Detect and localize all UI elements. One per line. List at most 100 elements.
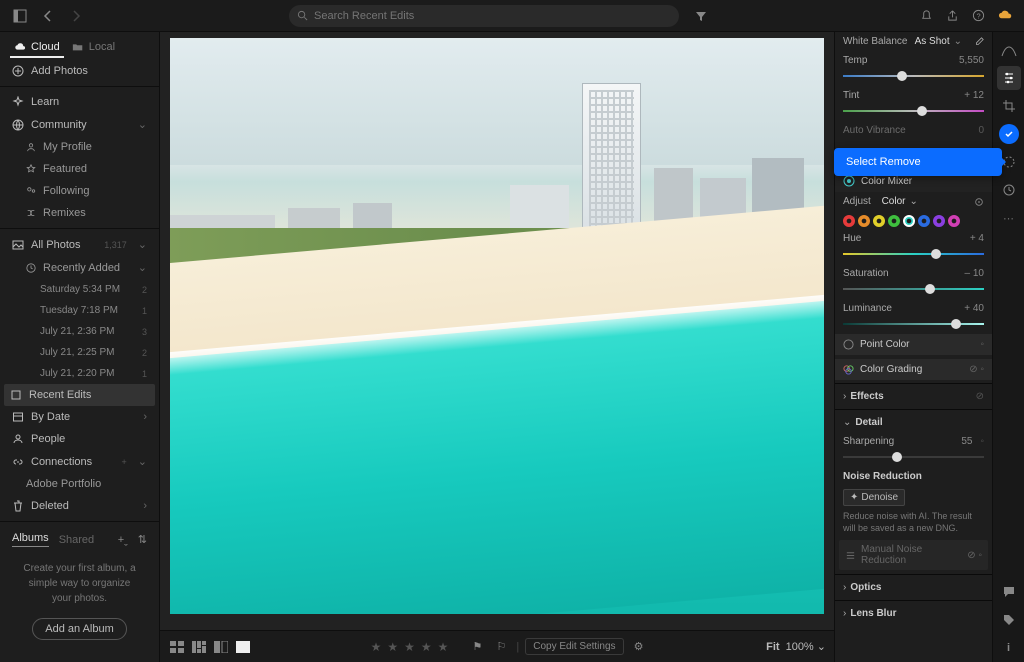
nav-recent-edits[interactable]: Recent Edits [4, 384, 155, 406]
nav-portfolio[interactable]: Adobe Portfolio [0, 473, 159, 495]
nav-deleted[interactable]: Deleted› [0, 495, 159, 517]
manual-noise-reduction[interactable]: Manual Noise Reduction⊘ ◦ [839, 540, 988, 570]
hue-slider[interactable] [843, 249, 984, 259]
comments-icon[interactable] [997, 580, 1021, 604]
cloud-sync-icon[interactable] [992, 4, 1016, 28]
crop-tool[interactable] [997, 94, 1021, 118]
nav-following[interactable]: Following [0, 180, 159, 202]
remix-icon [26, 208, 36, 218]
saturation-slider[interactable] [843, 284, 984, 294]
svg-text:?: ? [976, 11, 980, 20]
nav-remixes[interactable]: Remixes [0, 202, 159, 224]
trash-icon [12, 500, 24, 512]
color-swatch[interactable] [843, 215, 855, 227]
albums-help-text: Create your first album, a simple way to… [0, 553, 159, 614]
sort-icon[interactable]: ⇅ [138, 533, 147, 546]
view-compare-icon[interactable] [212, 639, 230, 655]
help-icon[interactable]: ? [966, 4, 990, 28]
copy-settings-button[interactable]: Copy Edit Settings [525, 638, 623, 655]
rating-star[interactable]: ★ [421, 640, 432, 654]
nav-recently-added[interactable]: Recently Added⌄ [0, 256, 159, 279]
zoom-fit[interactable]: Fit [766, 641, 779, 653]
home-icon[interactable] [8, 4, 32, 28]
luminance-slider[interactable] [843, 319, 984, 329]
flag-pick-icon[interactable]: ⚑ [468, 639, 486, 655]
target-icon[interactable] [974, 197, 984, 207]
rating-star[interactable]: ★ [371, 640, 382, 654]
photos-icon [12, 239, 24, 251]
heal-tool[interactable] [997, 122, 1021, 146]
tag-icon[interactable] [997, 608, 1021, 632]
tab-local[interactable]: Local [68, 38, 119, 58]
nav-community[interactable]: Community⌄ [0, 113, 159, 136]
image-canvas[interactable] [170, 38, 824, 614]
add-photos-button[interactable]: Add Photos [0, 60, 159, 82]
effects-header[interactable]: ›Effects⊘ [835, 387, 992, 406]
nav-learn[interactable]: Learn [0, 91, 159, 113]
people-icon [12, 433, 24, 445]
search-bar[interactable] [289, 5, 679, 27]
zoom-level[interactable]: 100% ⌄ [786, 640, 826, 653]
view-masonry-icon[interactable] [190, 639, 208, 655]
color-swatch[interactable] [918, 215, 930, 227]
rating-star[interactable]: ★ [387, 640, 398, 654]
recent-item[interactable]: Saturday 5:34 PM2 [0, 279, 159, 300]
adjust-row[interactable]: Adjust Color⌄ [835, 192, 992, 211]
search-input[interactable] [314, 10, 671, 22]
color-swatch[interactable] [948, 215, 960, 227]
bell-icon[interactable] [914, 4, 938, 28]
nav-by-date[interactable]: By Date› [0, 406, 159, 428]
color-grading-header[interactable]: Color Grading⊘ ◦ [835, 359, 992, 380]
temp-label: Temp [843, 55, 955, 66]
color-swatch[interactable] [858, 215, 870, 227]
tint-label: Tint [843, 90, 960, 101]
nav-all-photos[interactable]: All Photos1,317⌄ [0, 233, 159, 256]
view-grid-icon[interactable] [168, 639, 186, 655]
settings-gear-icon[interactable]: ⚙ [630, 639, 648, 655]
recent-item[interactable]: July 21, 2:36 PM3 [0, 321, 159, 342]
nav-my-profile[interactable]: My Profile [0, 136, 159, 158]
color-swatch[interactable] [903, 215, 915, 227]
sharpening-slider[interactable] [843, 452, 984, 462]
share-icon[interactable] [940, 4, 964, 28]
rating-star[interactable]: ★ [404, 640, 415, 654]
rating-star[interactable]: ★ [438, 640, 449, 654]
point-color-header[interactable]: Point Color◦ [835, 334, 992, 355]
search-icon [297, 10, 308, 21]
lens-blur-header[interactable]: ›Lens Blur [835, 604, 992, 623]
add-icon[interactable]: +ˬ [118, 534, 128, 546]
back-button[interactable] [36, 4, 60, 28]
tab-albums[interactable]: Albums [12, 532, 49, 547]
globe-icon [12, 119, 24, 131]
versions-tool[interactable] [997, 178, 1021, 202]
recent-item[interactable]: July 21, 2:25 PM2 [0, 342, 159, 363]
eyedropper-icon[interactable] [974, 37, 984, 47]
denoise-button[interactable]: ✦Denoise [843, 489, 905, 506]
calendar-icon [12, 411, 24, 423]
more-tool[interactable]: ⋯ [997, 206, 1021, 230]
flag-reject-icon[interactable]: ⚐ [492, 639, 510, 655]
color-swatch[interactable] [888, 215, 900, 227]
recent-item[interactable]: Tuesday 7:18 PM1 [0, 300, 159, 321]
user-icon [26, 142, 36, 152]
color-grading-icon [843, 364, 854, 375]
filter-icon[interactable] [689, 4, 713, 28]
edit-sliders-tool[interactable] [997, 66, 1021, 90]
optics-header[interactable]: ›Optics [835, 578, 992, 597]
detail-header[interactable]: ⌄Detail [835, 413, 992, 432]
tab-cloud[interactable]: Cloud [10, 38, 64, 58]
recent-item[interactable]: July 21, 2:20 PM1 [0, 363, 159, 384]
temp-slider[interactable] [843, 71, 984, 81]
add-album-button[interactable]: Add an Album [32, 618, 127, 640]
white-balance-row[interactable]: White Balance As Shot⌄ [835, 32, 992, 51]
color-swatch[interactable] [933, 215, 945, 227]
nav-connections[interactable]: Connections+⌄ [0, 450, 159, 473]
tab-shared[interactable]: Shared [59, 534, 94, 546]
info-icon[interactable]: i [997, 636, 1021, 660]
color-swatch[interactable] [873, 215, 885, 227]
histogram-tool[interactable] [997, 38, 1021, 62]
nav-people[interactable]: People [0, 428, 159, 450]
nav-featured[interactable]: Featured [0, 158, 159, 180]
tint-slider[interactable] [843, 106, 984, 116]
view-single-icon[interactable] [234, 639, 252, 655]
